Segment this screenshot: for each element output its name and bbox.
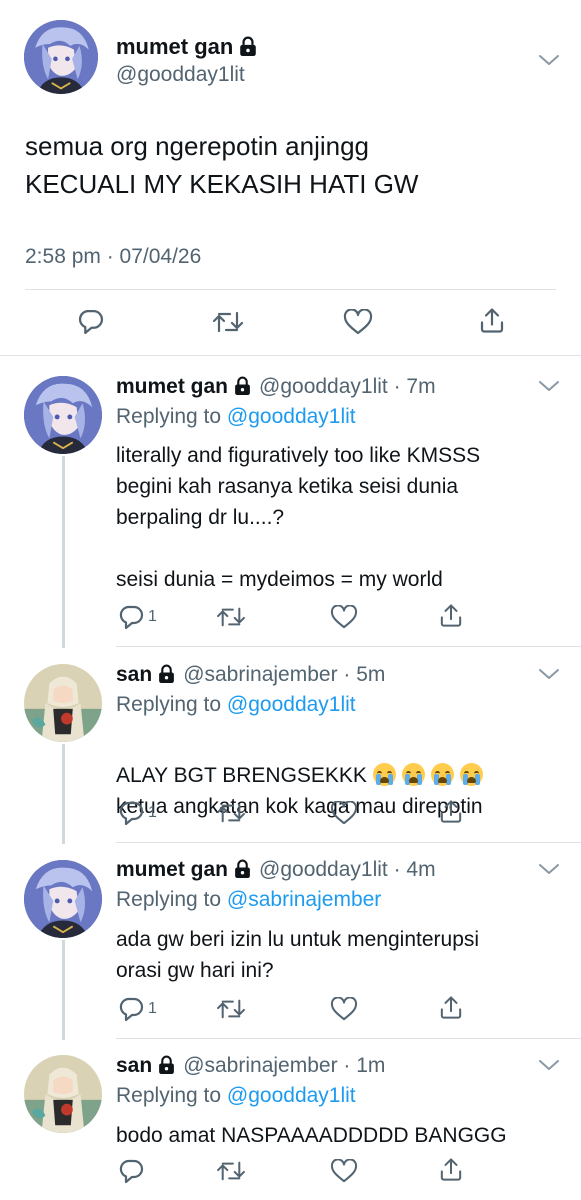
share-button[interactable] [440, 995, 462, 1020]
retweet-button[interactable] [217, 1159, 245, 1183]
like-button[interactable] [330, 1159, 358, 1183]
reply-icon [118, 800, 144, 826]
divider [116, 646, 581, 647]
retweet-icon [217, 605, 245, 629]
share-button[interactable] [440, 603, 462, 628]
share-icon [440, 799, 462, 824]
avatar[interactable] [24, 376, 102, 454]
lock-icon [234, 859, 251, 878]
reply-text: bodo amat NASPAAAADDDDD BANGGG [116, 1124, 507, 1147]
reply-icon [118, 996, 144, 1022]
mention-link[interactable]: @goodday1lit [227, 1084, 356, 1107]
reply-text: ada gw beri izin lu untuk menginterupsi … [116, 928, 480, 982]
reply-header: san @sabrinajember · 5m [116, 663, 385, 687]
avatar[interactable] [24, 20, 98, 94]
thread-line [62, 940, 65, 1040]
crying-face-emoji [401, 763, 425, 786]
author-name[interactable]: san [116, 1054, 152, 1077]
reply-text: literally and figuratively too like KMSS… [116, 444, 481, 591]
avatar[interactable] [24, 860, 102, 938]
lock-icon [239, 36, 257, 56]
reply-button[interactable]: 1 [118, 604, 157, 630]
chevron-down-icon[interactable] [538, 379, 560, 393]
like-button[interactable] [330, 997, 358, 1021]
handle-time[interactable]: @sabrinajember · 5m [183, 663, 385, 686]
replying-to: Replying to @sabrinajember [116, 888, 382, 911]
share-icon [440, 603, 462, 628]
reply-count: 1 [148, 804, 157, 821]
reply-header: mumet gan @goodday1lit · 4m [116, 858, 436, 882]
replying-to: Replying to @goodday1lit [116, 693, 356, 716]
handle-time[interactable]: @sabrinajember · 1m [183, 1054, 385, 1077]
retweet-icon [213, 309, 243, 335]
handle-time[interactable]: @goodday1lit · 4m [259, 858, 436, 881]
share-button[interactable] [440, 1157, 462, 1182]
reply-button[interactable] [118, 1158, 148, 1184]
retweet-icon [217, 1159, 245, 1183]
reply-count: 1 [148, 1000, 157, 1017]
reply-button[interactable]: 1 [118, 800, 157, 826]
share-icon [440, 1157, 462, 1182]
mention-link[interactable]: @sabrinajember [227, 888, 381, 911]
share-button[interactable] [440, 799, 462, 824]
divider [116, 842, 581, 843]
retweet-button[interactable] [217, 801, 245, 825]
reply-header: san @sabrinajember · 1m [116, 1054, 385, 1078]
main-tweet: mumet gan @goodday1lit semua org ngerepo… [0, 0, 581, 357]
crying-face-emoji [459, 763, 483, 786]
divider [0, 355, 581, 356]
retweet-button[interactable] [217, 997, 245, 1021]
reply-icon [77, 308, 104, 335]
share-button[interactable] [480, 307, 504, 334]
author-name[interactable]: mumet gan [116, 34, 257, 60]
lock-icon [234, 376, 251, 395]
like-button[interactable] [330, 801, 358, 825]
chevron-down-icon[interactable] [538, 667, 560, 681]
thread-line [62, 456, 65, 648]
mention-link[interactable]: @goodday1lit [227, 693, 356, 716]
lock-icon [158, 664, 175, 683]
author-handle[interactable]: @goodday1lit [116, 63, 245, 87]
like-icon [330, 997, 358, 1021]
thread-line [62, 744, 65, 844]
divider [25, 289, 556, 290]
reply-icon [118, 604, 144, 630]
like-icon [330, 801, 358, 825]
like-icon [343, 309, 373, 335]
chevron-down-icon[interactable] [538, 862, 560, 876]
lock-icon [158, 1055, 175, 1074]
author-name[interactable]: mumet gan [116, 858, 228, 881]
retweet-button[interactable] [217, 605, 245, 629]
like-icon [330, 1159, 358, 1183]
reply-button[interactable]: 1 [118, 996, 157, 1022]
like-button[interactable] [330, 605, 358, 629]
reply-button[interactable] [77, 308, 104, 335]
tweet-timestamp[interactable]: 2:58 pm · 07/04/26 [25, 245, 201, 269]
tweet-text: semua org ngerepotin anjingg KECUALI MY … [25, 131, 419, 199]
replying-to: Replying to @goodday1lit [116, 405, 356, 428]
retweet-icon [217, 997, 245, 1021]
author-name[interactable]: mumet gan [116, 375, 228, 398]
divider [116, 1038, 581, 1039]
reply-header: mumet gan @goodday1lit · 7m [116, 375, 436, 399]
handle-time[interactable]: @goodday1lit · 7m [259, 375, 436, 398]
like-button[interactable] [343, 309, 373, 335]
avatar[interactable] [24, 664, 102, 742]
crying-face-emoji [372, 763, 396, 786]
retweet-icon [217, 801, 245, 825]
chevron-down-icon[interactable] [538, 53, 560, 67]
reply-count: 1 [148, 608, 157, 625]
author-name[interactable]: san [116, 663, 152, 686]
retweet-button[interactable] [213, 309, 243, 335]
replying-to: Replying to @goodday1lit [116, 1084, 356, 1107]
share-icon [440, 995, 462, 1020]
reply-icon [118, 1158, 144, 1184]
share-icon [480, 307, 504, 334]
crying-face-emoji [430, 763, 454, 786]
mention-link[interactable]: @goodday1lit [227, 405, 356, 428]
like-icon [330, 605, 358, 629]
avatar[interactable] [24, 1055, 102, 1133]
chevron-down-icon[interactable] [538, 1058, 560, 1072]
